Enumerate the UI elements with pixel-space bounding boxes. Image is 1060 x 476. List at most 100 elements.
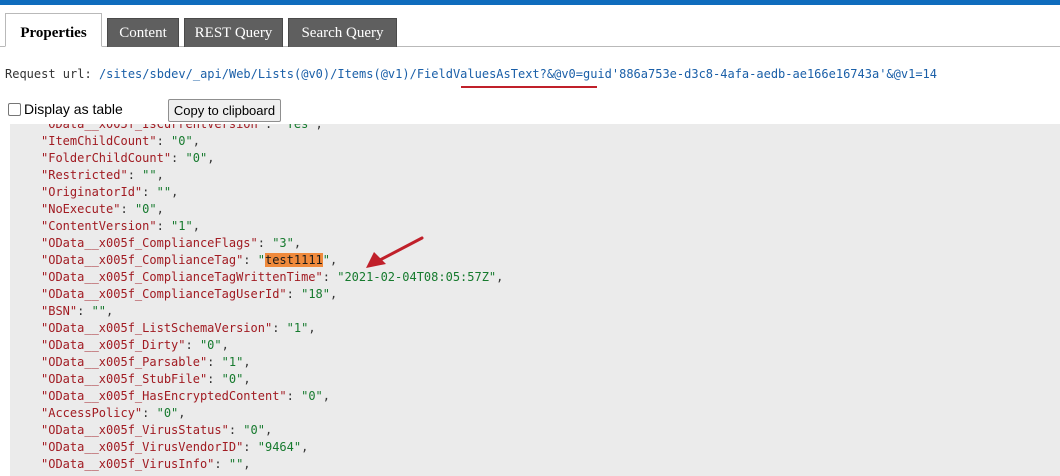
json-line: "OData__x005f_VirusStatus": "0",	[41, 423, 273, 437]
json-key: "NoExecute"	[41, 202, 121, 216]
json-value: "3"	[272, 236, 294, 250]
json-response-panel[interactable]: "OData__x005f_IsCurrentVersion": "Yes", "…	[10, 124, 1060, 476]
tab-rest-query[interactable]: REST Query	[184, 18, 283, 47]
json-key: "OData__x005f_ListSchemaVersion"	[41, 321, 273, 335]
json-key: "OData__x005f_VirusInfo"	[41, 457, 215, 471]
json-line: "ItemChildCount": "0",	[41, 134, 200, 148]
json-value: ""	[156, 185, 172, 199]
json-key: "OData__x005f_VirusVendorID"	[41, 440, 244, 454]
json-separator: ,	[243, 457, 251, 471]
display-as-table-checkbox[interactable]	[8, 103, 21, 116]
json-separator: ,	[315, 124, 323, 131]
json-line: "OData__x005f_ListSchemaVersion": "1",	[41, 321, 316, 335]
json-value: "2021-02-04T08:05:57Z"	[337, 270, 497, 284]
annotation-underline	[461, 86, 597, 88]
json-line: "OData__x005f_HasEncryptedContent": "0",	[41, 389, 331, 403]
json-line: "OData__x005f_Dirty": "0",	[41, 338, 229, 352]
json-separator: ,	[243, 355, 251, 369]
json-key: "ContentVersion"	[41, 219, 157, 233]
json-value: "18"	[301, 287, 330, 301]
json-line: "OData__x005f_StubFile": "0",	[41, 372, 251, 386]
json-line: "OData__x005f_VirusVendorID": "9464",	[41, 440, 309, 454]
json-line: "FolderChildCount": "0",	[41, 151, 215, 165]
json-separator: ,	[156, 168, 164, 182]
json-separator: ,	[207, 151, 215, 165]
json-line: "OData__x005f_ComplianceTag": "test1111"…	[41, 253, 338, 267]
json-separator: ,	[221, 338, 229, 352]
json-key: "ItemChildCount"	[41, 134, 157, 148]
json-value: "0"	[243, 423, 265, 437]
tab-strip: Properties Content REST Query Search Que…	[0, 13, 1060, 47]
json-value: "1"	[221, 355, 244, 369]
json-line: "OData__x005f_ComplianceFlags": "3",	[41, 236, 302, 250]
json-line: "NoExecute": "0",	[41, 202, 164, 216]
json-key: "OData__x005f_ComplianceTag"	[41, 253, 244, 267]
json-separator: ,	[330, 287, 338, 301]
json-key: "OData__x005f_Parsable"	[41, 355, 208, 369]
json-key: "AccessPolicy"	[41, 406, 143, 420]
json-key: "OData__x005f_StubFile"	[41, 372, 208, 386]
tab-content[interactable]: Content	[107, 18, 179, 47]
json-value: ""	[228, 457, 244, 471]
json-key: "OData__x005f_VirusStatus"	[41, 423, 229, 437]
display-as-table-label: Display as table	[24, 101, 123, 117]
json-key: "OriginatorId"	[41, 185, 143, 199]
top-accent-bar	[0, 0, 1060, 5]
json-separator: ,	[156, 202, 164, 216]
json-line: "ContentVersion": "1",	[41, 219, 200, 233]
json-key: "OData__x005f_ComplianceTagUserId"	[41, 287, 287, 301]
request-url-label: Request url:	[5, 67, 92, 81]
json-value: "0"	[221, 372, 244, 386]
json-value: "Yes"	[279, 124, 316, 131]
json-line: "OriginatorId": "",	[41, 185, 179, 199]
json-separator: ,	[243, 372, 251, 386]
copy-to-clipboard-button[interactable]: Copy to clipboard	[168, 99, 281, 122]
request-url-row: Request url: /sites/sbdev/_api/Web/Lists…	[5, 66, 937, 82]
tab-search-query[interactable]: Search Query	[288, 18, 397, 47]
json-key: "BSN"	[41, 304, 78, 318]
json-line: "OData__x005f_ComplianceTagUserId": "18"…	[41, 287, 338, 301]
json-key: "OData__x005f_Dirty"	[41, 338, 186, 352]
json-line: "OData__x005f_Parsable": "1",	[41, 355, 251, 369]
json-value: "0"	[134, 202, 157, 216]
json-response-content: "OData__x005f_IsCurrentVersion": "Yes", "…	[10, 124, 1060, 473]
json-separator: ,	[330, 253, 338, 267]
json-separator: ,	[322, 389, 331, 403]
json-value: "1"	[171, 219, 193, 233]
json-separator: ,	[301, 440, 309, 454]
json-line: "AccessPolicy": "0",	[41, 406, 186, 420]
annotation-arrow-icon	[366, 236, 424, 268]
json-key: "OData__x005f_ComplianceTagWrittenTime"	[41, 270, 323, 284]
json-value: "9464"	[257, 440, 302, 454]
json-separator: ,	[171, 185, 179, 199]
request-url-value: /sites/sbdev/_api/Web/Lists(@v0)/Items(@…	[98, 67, 937, 81]
json-separator: ,	[293, 236, 302, 250]
json-value: "0"	[301, 389, 323, 403]
json-value-highlighted: "test1111"	[257, 253, 331, 267]
json-key: "OData__x005f_ComplianceFlags"	[41, 236, 258, 250]
json-separator: ,	[192, 219, 200, 233]
json-separator: ,	[178, 406, 186, 420]
json-value: ""	[91, 304, 107, 318]
json-line: "OData__x005f_VirusInfo": "",	[41, 457, 251, 471]
json-value: "0"	[199, 338, 222, 352]
json-key: "OData__x005f_IsCurrentVersion"	[41, 124, 265, 131]
highlighted-text: test1111	[264, 253, 323, 267]
json-value: "0"	[171, 134, 193, 148]
json-separator: ,	[106, 304, 114, 318]
json-key: "OData__x005f_HasEncryptedContent"	[41, 389, 287, 403]
json-value: "1"	[286, 321, 309, 335]
json-line: "OData__x005f_ComplianceTagWrittenTime":…	[41, 270, 504, 284]
json-separator: ,	[264, 423, 273, 437]
json-value: "0"	[185, 151, 208, 165]
tab-properties[interactable]: Properties	[5, 13, 102, 47]
json-separator: ,	[192, 134, 200, 148]
json-separator: ,	[496, 270, 504, 284]
json-line: "BSN": "",	[41, 304, 114, 318]
json-separator: ,	[308, 321, 316, 335]
json-key: "FolderChildCount"	[41, 151, 172, 165]
json-key: "Restricted"	[41, 168, 128, 182]
json-line: "Restricted": "",	[41, 168, 164, 182]
json-value: ""	[142, 168, 157, 182]
json-value: "0"	[156, 406, 179, 420]
